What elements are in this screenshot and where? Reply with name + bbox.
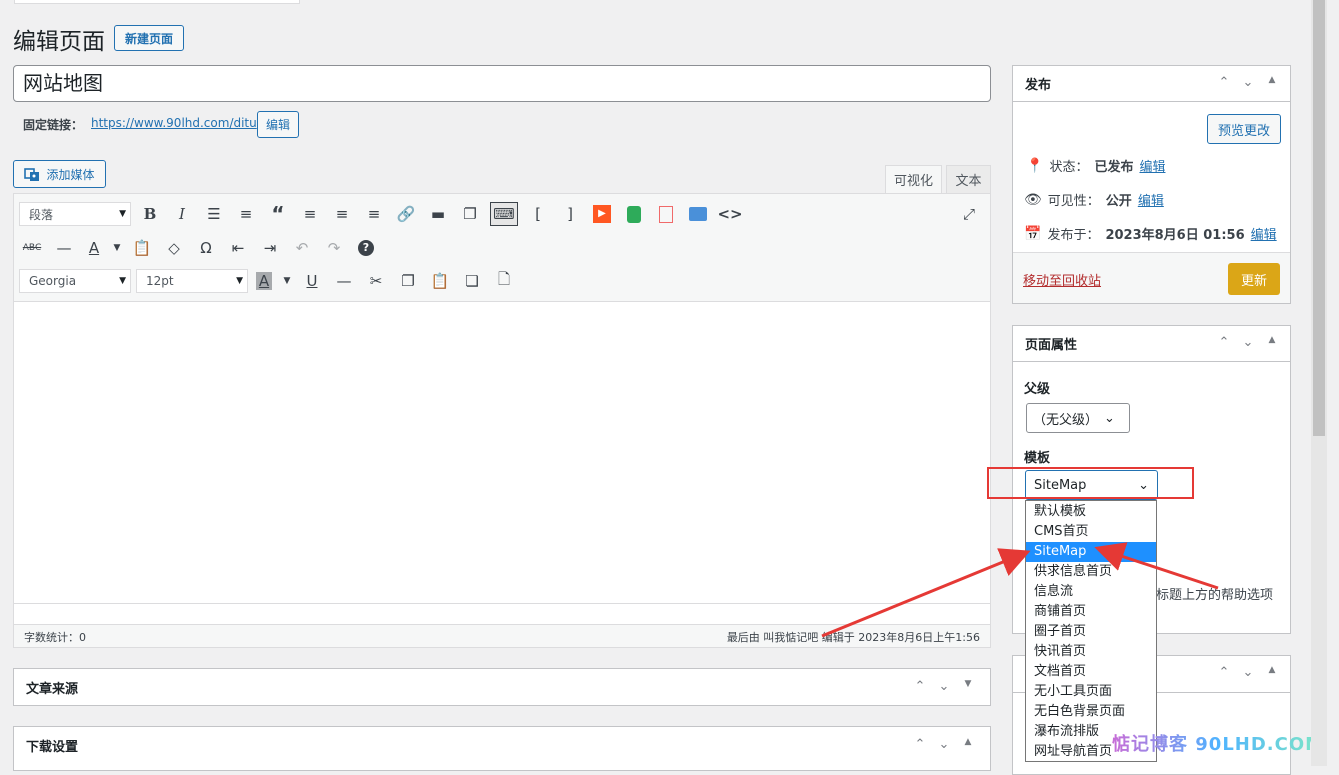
arrow-from-help	[1094, 542, 1219, 590]
arrow-from-editor	[821, 548, 1031, 638]
watermark: 惦记博客 90LHD.COM	[1112, 734, 1325, 755]
scrollbar-thumb[interactable]	[1313, 0, 1325, 436]
annotation-arrows	[821, 542, 1219, 638]
